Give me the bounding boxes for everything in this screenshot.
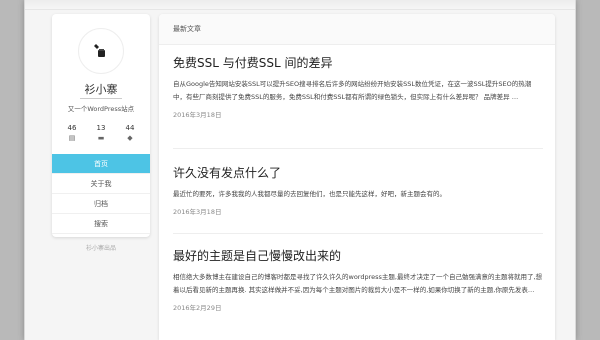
post-item: 最好的主题是自己慢慢改出来的 相信绝大多数博主在建设自己的博客时都是寻找了许久许…: [173, 247, 543, 312]
post-divider: [173, 233, 543, 234]
nav-item-home[interactable]: 首页: [52, 154, 150, 174]
site-name[interactable]: 衫小寨: [52, 81, 150, 97]
site-description: 又一个WordPress站点: [67, 105, 135, 113]
avatar[interactable]: [78, 28, 124, 74]
nav-item-archive[interactable]: 归档: [52, 194, 150, 214]
post-excerpt: 自从Google告知网站安装SSL可以提升SEO搜寻排名后许多的网站纷纷开始安装…: [173, 80, 532, 101]
site-name-divider: [80, 98, 122, 99]
post-title[interactable]: 最好的主题是自己慢慢改出来的: [173, 247, 543, 264]
sidebar-nav: 首页 关于我 归档 搜索: [52, 154, 150, 234]
sidebar: 衫小寨 又一个WordPress站点 46 ▤ 13 ▬ 44 ◆ 首页 关于我…: [52, 14, 150, 237]
sidebar-footer-note: 衫小寨出品: [85, 245, 116, 252]
tag-icon: ◆: [127, 134, 133, 142]
post-item: 免费SSL 与付费SSL 间的差异 自从Google告知网站安装SSL可以提升S…: [173, 54, 543, 119]
stat-categories[interactable]: 13 ▬: [91, 124, 111, 142]
post-date: 2016年3月18日: [173, 111, 222, 119]
stat-posts[interactable]: 46 ▤: [62, 124, 82, 142]
post-item: 许久没有发点什么了 最近忙的要死，许多我我的人我都尽量的去回复他们，也是只能先这…: [173, 164, 543, 216]
post-excerpt: 相信绝大多数博主在建设自己的博客时都是寻找了许久许久的wordpress主题,最…: [173, 273, 543, 294]
post-date: 2016年3月18日: [173, 208, 222, 216]
post-title[interactable]: 免费SSL 与付费SSL 间的差异: [173, 54, 543, 71]
stat-tags-count: 44: [125, 124, 135, 132]
nav-item-search[interactable]: 搜索: [52, 214, 150, 234]
document-icon: ▤: [68, 134, 76, 142]
section-header: 最新文章: [159, 14, 555, 45]
post-divider: [173, 148, 543, 149]
post-date: 2016年2月29日: [173, 304, 222, 312]
post-excerpt: 最近忙的要死，许多我我的人我都尽量的去回复他们，也是只能先这样，好吧，新主题会有…: [173, 190, 446, 198]
main-content: 最新文章 免费SSL 与付费SSL 间的差异 自从Google告知网站安装SSL…: [159, 14, 555, 340]
stat-categories-count: 13: [96, 124, 106, 132]
avatar-icon: [94, 44, 105, 57]
window-top-bar: [25, 0, 575, 10]
folder-icon: ▬: [97, 134, 105, 142]
post-title[interactable]: 许久没有发点什么了: [173, 164, 543, 181]
stat-tags[interactable]: 44 ◆: [120, 124, 140, 142]
browser-window: 衫小寨 又一个WordPress站点 46 ▤ 13 ▬ 44 ◆ 首页 关于我…: [24, 0, 576, 340]
nav-item-about[interactable]: 关于我: [52, 174, 150, 194]
stat-posts-count: 46: [67, 124, 77, 132]
